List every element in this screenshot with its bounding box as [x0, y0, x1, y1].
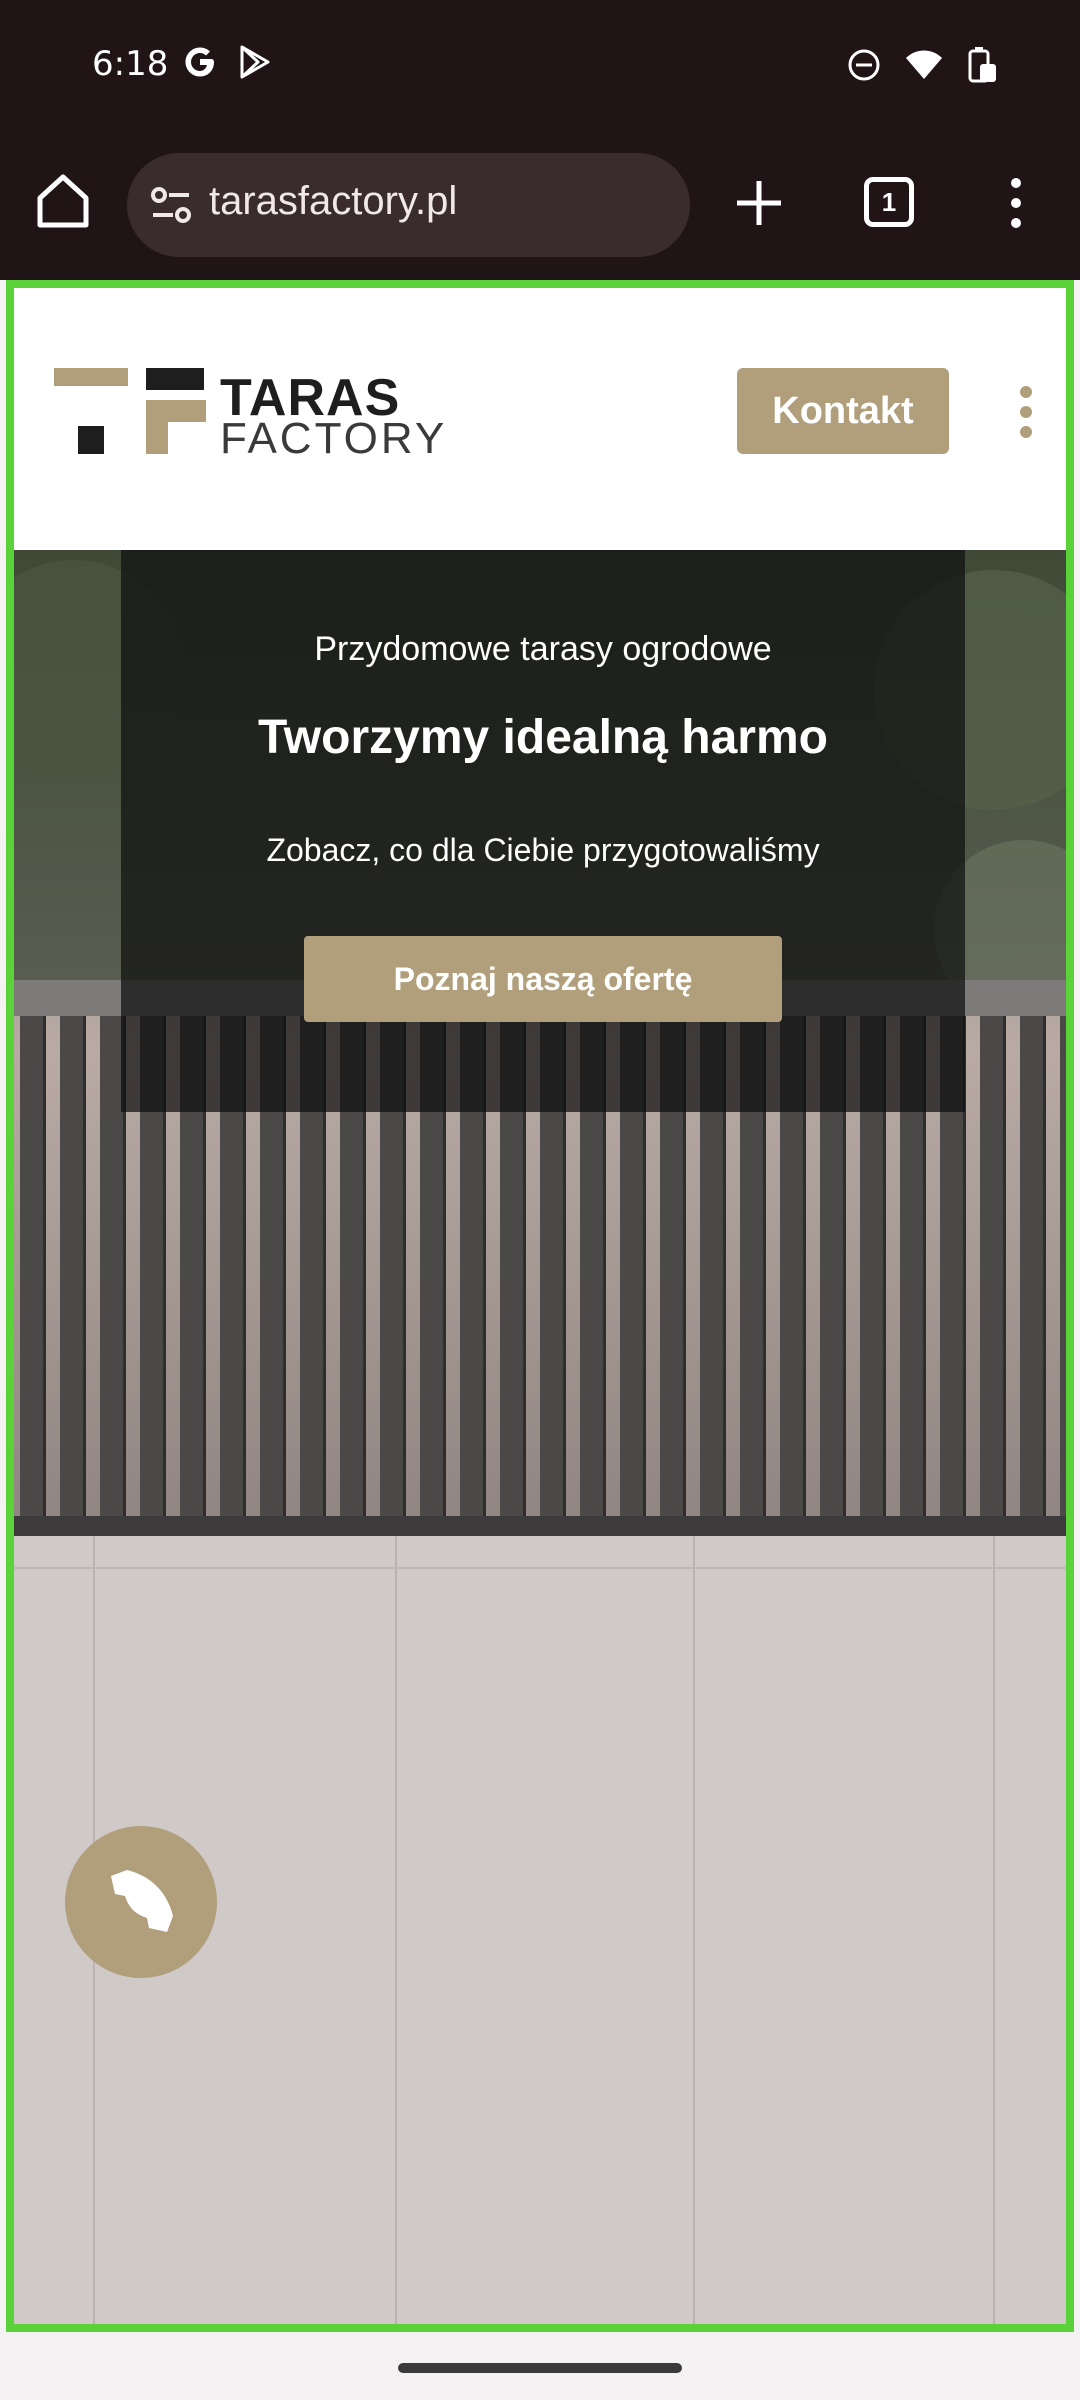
status-right-icons — [846, 46, 998, 84]
call-button[interactable] — [65, 1826, 217, 1978]
site-logo[interactable]: TARAS FACTORY — [54, 368, 444, 463]
url-text[interactable]: tarasfactory.pl — [209, 179, 457, 224]
new-tab-icon[interactable] — [733, 177, 785, 229]
phone-icon — [111, 1870, 173, 1932]
status-time: 6:18 — [92, 44, 169, 84]
gesture-nav-handle[interactable] — [398, 2363, 682, 2373]
contact-button[interactable]: Kontakt — [737, 368, 949, 454]
battery-icon — [968, 47, 996, 83]
status-left-icons — [182, 44, 272, 80]
status-bar: 6:18 — [0, 0, 1080, 135]
google-icon — [185, 47, 214, 77]
play-store-icon — [240, 45, 270, 79]
site-header: TARAS FACTORY Kontakt — [14, 288, 1066, 550]
logo-mark-icon — [54, 368, 206, 454]
site-info-icon[interactable] — [147, 181, 195, 229]
web-page: TARAS FACTORY Kontakt Przydomowe tarasy … — [6, 280, 1074, 2332]
site-menu-icon[interactable] — [1016, 386, 1036, 438]
hero-title: Tworzymy idealną harmo — [258, 711, 828, 764]
wifi-icon — [906, 50, 942, 79]
logo-text-factory: FACTORY — [220, 414, 448, 463]
home-icon[interactable] — [32, 170, 94, 232]
hero-subtitle: Zobacz, co dla Ciebie przygotowaliśmy — [266, 832, 820, 868]
tab-switcher-button[interactable]: 1 — [864, 177, 914, 227]
address-bar[interactable]: tarasfactory.pl — [127, 153, 690, 257]
menu-icon[interactable] — [1006, 177, 1026, 229]
browser-toolbar: tarasfactory.pl 1 — [0, 135, 1080, 280]
hero-section: Przydomowe tarasy ogrodowe Tworzymy idea… — [14, 550, 1066, 2324]
hero-text-panel: Przydomowe tarasy ogrodowe Tworzymy idea… — [121, 550, 965, 1112]
dnd-icon — [848, 49, 880, 81]
offer-button[interactable]: Poznaj naszą ofertę — [304, 936, 782, 1022]
hero-kicker: Przydomowe tarasy ogrodowe — [314, 630, 772, 668]
